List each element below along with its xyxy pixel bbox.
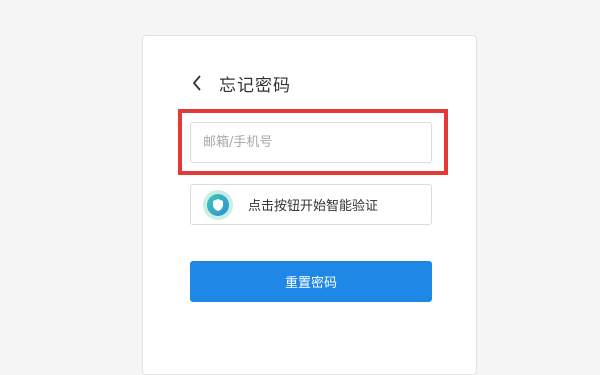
reset-password-button[interactable]: 重置密码	[190, 261, 432, 302]
chevron-left-icon	[192, 75, 201, 91]
smart-captcha-button[interactable]: 点击按钮开始智能验证	[190, 184, 432, 225]
shield-check-icon	[207, 193, 229, 216]
header: 忘记密码	[189, 70, 291, 96]
back-button[interactable]	[189, 73, 205, 93]
account-input[interactable]	[190, 122, 432, 163]
page-title: 忘记密码	[219, 75, 291, 96]
captcha-label: 点击按钮开始智能验证	[248, 199, 379, 214]
captcha-icon-ring	[203, 189, 233, 220]
reset-password-card: 忘记密码 点击按钮开始智能验证 重置密码	[142, 35, 477, 375]
